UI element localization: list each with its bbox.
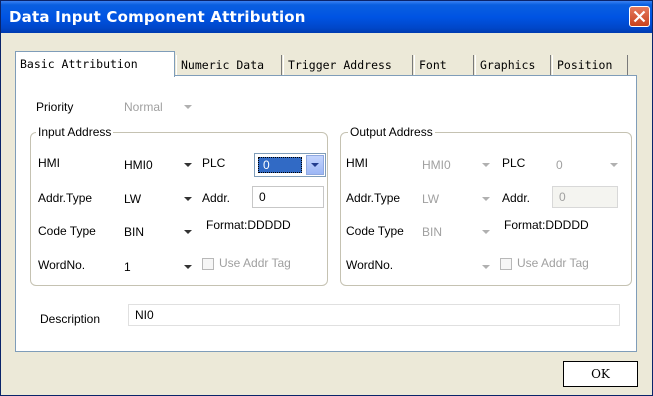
tab-font[interactable]: Font [414,55,474,75]
input-plc-value: 0 [263,158,270,172]
input-use-addr-tag-checkbox[interactable] [202,258,214,270]
output-addr-field[interactable]: 0 [552,186,618,208]
chevron-down-icon [482,163,490,167]
input-addr-type-label: Addr.Type [38,191,93,205]
output-format-text: Format:DDDDD [504,218,589,232]
output-hmi-label: HMI [346,156,368,170]
basic-attribution-panel: Priority Normal Input Address HMI HMI0 P… [15,75,637,352]
input-plc-select[interactable]: 0 [254,153,326,177]
input-word-no-value: 1 [124,260,131,274]
input-code-type-label: Code Type [38,224,96,238]
dialog-client-area: Basic Attribution Numeric Data Trigger A… [1,33,652,395]
chevron-down-icon [311,163,319,167]
output-addr-type-label: Addr.Type [346,191,401,205]
tab-basic-attribution[interactable]: Basic Attribution [15,51,175,77]
chevron-down-icon [184,163,192,167]
output-hmi-select[interactable]: HMI0 [418,154,494,176]
output-plc-value: 0 [556,158,563,172]
output-word-no-label: WordNo. [346,258,394,272]
input-addr-type-select[interactable]: LW [120,188,196,210]
chevron-down-icon [482,197,490,201]
chevron-down-icon [610,163,618,167]
input-addr-label: Addr. [202,191,231,205]
input-addr-type-value: LW [124,192,142,206]
dropdown-button[interactable] [306,155,324,175]
title-bar[interactable]: Data Input Component Attribution [1,1,652,33]
output-addr-type-value: LW [422,192,440,206]
output-code-type-label: Code Type [346,224,404,238]
tab-graphics[interactable]: Graphics [475,55,551,75]
output-use-addr-tag-checkbox[interactable] [500,258,512,270]
chevron-down-icon [482,265,490,269]
output-plc-label: PLC [502,156,526,170]
description-label: Description [40,312,101,326]
close-button[interactable] [629,6,650,27]
input-plc-label: PLC [202,156,226,170]
input-hmi-select[interactable]: HMI0 [120,154,196,176]
output-word-no-select[interactable] [418,256,494,278]
output-address-legend: Output Address [348,125,435,139]
priority-label: Priority [36,100,74,114]
output-addr-label: Addr. [502,191,531,205]
output-use-addr-tag-label: Use Addr Tag [517,256,589,270]
input-code-type-value: BIN [124,225,145,239]
input-word-no-label: WordNo. [38,258,86,272]
input-hmi-label: HMI [38,156,60,170]
output-code-type-value: BIN [422,225,443,239]
output-plc-select[interactable]: 0 [552,154,622,176]
input-format-text: Format:DDDDD [206,218,291,232]
output-addr-type-select[interactable]: LW [418,188,494,210]
chevron-down-icon [184,265,192,269]
input-word-no-select[interactable]: 1 [120,256,196,278]
tab-trigger-address[interactable]: Trigger Address [283,55,413,75]
description-field[interactable]: NI0 [128,304,620,326]
chevron-down-icon [482,230,490,234]
close-icon [633,10,646,23]
input-use-addr-tag-label: Use Addr Tag [219,256,291,270]
input-address-legend: Input Address [36,125,114,139]
tab-position[interactable]: Position [552,55,628,75]
priority-select[interactable]: Normal [120,96,196,118]
chevron-down-icon [184,105,192,109]
input-plc-selection: 0 [258,157,302,173]
tab-numeric-data[interactable]: Numeric Data [176,55,282,75]
input-addr-field[interactable]: 0 [252,186,324,208]
input-code-type-select[interactable]: BIN [120,221,196,243]
priority-value: Normal [124,100,163,114]
window-title: Data Input Component Attribution [9,8,306,26]
output-code-type-select[interactable]: BIN [418,221,494,243]
chevron-down-icon [184,230,192,234]
output-hmi-value: HMI0 [422,158,451,172]
chevron-down-icon [184,197,192,201]
ok-button[interactable]: OK [563,361,638,387]
input-hmi-value: HMI0 [124,158,153,172]
dialog-window: Data Input Component Attribution Basic A… [0,0,653,396]
